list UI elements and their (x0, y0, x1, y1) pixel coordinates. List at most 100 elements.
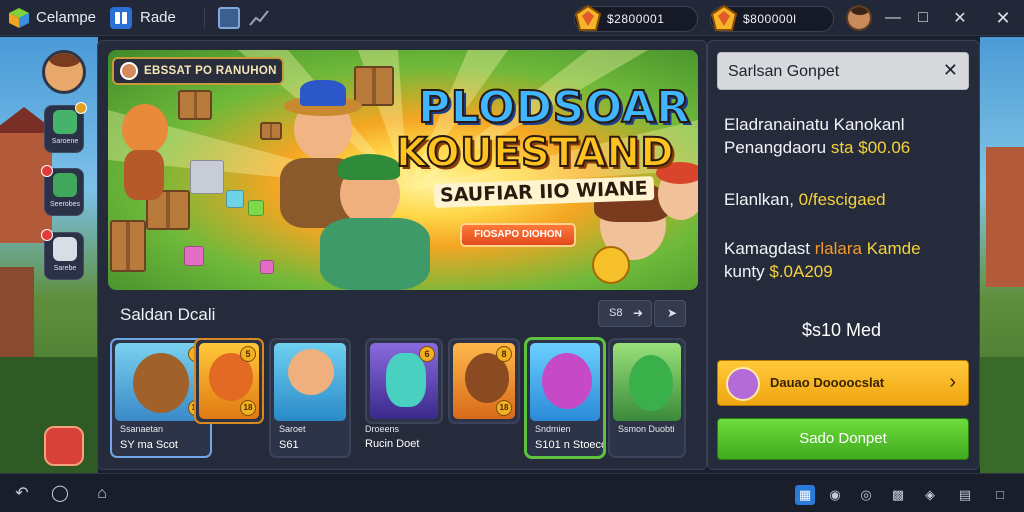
gift-icon (53, 110, 77, 134)
cube (260, 260, 274, 274)
detail-line: Kamagdast rlalara Kamde (724, 237, 921, 261)
close-window-icon[interactable]: ✕ (990, 5, 1016, 31)
sidebar-item-label: Sarebe (53, 265, 77, 272)
crate (354, 66, 394, 106)
image-icon[interactable] (218, 7, 240, 29)
camera-icon[interactable]: ◉ (825, 485, 845, 505)
card-art (613, 343, 681, 421)
tag-avatar-icon (120, 62, 138, 80)
detail-line: Penangdaoru sta $00.06 (724, 136, 910, 160)
maximize-icon[interactable]: □ (910, 5, 936, 31)
next-button[interactable]: ➤ (654, 300, 686, 327)
toolbar-separator (204, 7, 205, 29)
detail-line: Eladranainatu Kanokanl (724, 113, 905, 137)
minimize-icon[interactable]: — (880, 5, 906, 31)
gamepad-icon[interactable]: ◈ (920, 485, 940, 505)
goblin-character (629, 355, 673, 411)
level-badge: 8 (496, 346, 512, 362)
detail-highlight: sta (830, 138, 854, 157)
character-fox-body (124, 150, 164, 200)
tab-icon[interactable] (110, 7, 132, 29)
currency-gold[interactable]: $2800001 (574, 4, 698, 32)
hero-hair (338, 154, 400, 180)
game-card[interactable]: Saroet S61 (269, 338, 351, 458)
banner-title-line2: KOUESTAND (395, 129, 675, 177)
cube (190, 160, 224, 194)
game-card[interactable]: 6 (365, 338, 443, 424)
confirm-button[interactable]: Sado Donpet (717, 418, 969, 460)
panel-title: Sarlsan Gonpet (728, 63, 840, 80)
card-name: Ssanaetan (120, 424, 164, 434)
apk-icon[interactable]: ▤ (955, 485, 975, 505)
level-badge: 6 (419, 346, 435, 362)
detail-text: Penangdaoru (724, 138, 827, 157)
detail-text: Elanlkan, (724, 190, 794, 209)
close-icon[interactable]: ✕ (943, 60, 958, 81)
detail-highlight: Kamde (866, 239, 921, 258)
card-name: Droeens (365, 424, 400, 434)
game-card[interactable]: 5 18 (194, 338, 264, 424)
detail-text: Kamagdast (724, 239, 810, 258)
cube (248, 200, 264, 216)
banner-title-line1: PLODSOAR (417, 81, 691, 134)
detail-text: kunty (724, 262, 765, 281)
tab-label[interactable]: Rade (140, 9, 176, 26)
card-name: Ssmon Duobti (618, 424, 675, 434)
crate (178, 90, 212, 120)
crate (110, 220, 146, 272)
message-icon[interactable]: □ (990, 485, 1010, 505)
currency-gems-value: $800000l (743, 12, 797, 26)
chevron-right-icon: › (949, 371, 956, 393)
game-card-selected[interactable]: Sndmien S101 n Stoeco (525, 338, 605, 458)
home-icon[interactable]: ◯ (48, 484, 72, 504)
arrow-up-icon: ➤ (667, 306, 678, 320)
card-price: S61 (279, 439, 299, 451)
level-badge: 5 (240, 346, 256, 362)
close-icon[interactable]: ✕ (947, 5, 973, 31)
witch-character (542, 353, 592, 409)
sort-dropdown[interactable]: S8 ➜ (598, 300, 652, 327)
hero-character (288, 349, 334, 395)
bear-character (133, 353, 189, 413)
sidebar-item-2[interactable]: Seerobes (41, 165, 84, 216)
game-card[interactable]: Ssmon Duobti (608, 338, 686, 458)
screenshot-icon[interactable]: ▩ (888, 485, 908, 505)
chat-icon[interactable] (44, 426, 84, 466)
sidebar-item-3[interactable]: Sarebe (41, 229, 84, 280)
detail-highlight: rlalara (814, 239, 862, 258)
recent-apps-icon[interactable]: ⌂ (88, 484, 116, 504)
card-price: S101 n Stoeco (535, 439, 605, 451)
detail-price: $.0A209 (769, 262, 833, 281)
banner-tag-text: EBSSAT PO RANUHON (144, 65, 277, 77)
sort-dropdown-label: S8 (609, 307, 623, 319)
currency-gold-value: $2800001 (607, 12, 665, 26)
purchase-option-button[interactable]: Dauao Doooocslat › (717, 360, 969, 406)
detail-price: $00.06 (858, 138, 911, 157)
sidebar-item-1[interactable]: Saroene (44, 102, 87, 153)
detail-line: kunty $.0A209 (724, 260, 833, 284)
notification-badge (41, 229, 53, 241)
cube (184, 246, 204, 266)
sidebar-item-label: Seerobes (50, 201, 80, 208)
chart-icon[interactable] (248, 8, 270, 28)
gem-icon (574, 4, 602, 31)
sidebar-avatar[interactable] (42, 50, 86, 94)
grass (980, 357, 1024, 473)
banner-cta-button[interactable]: FIOSAPO DIOHON (460, 223, 576, 247)
sidebar-item-label: Saroene (51, 138, 79, 145)
user-avatar[interactable] (846, 5, 872, 31)
total-price: $s10 Med (802, 320, 882, 340)
purchase-option-label: Dauao Doooocslat (770, 375, 885, 390)
game-card[interactable]: 8 18 (448, 338, 520, 424)
card-name: Saroet (279, 424, 306, 434)
back-icon[interactable]: ↶ (10, 484, 34, 504)
crate (260, 122, 282, 140)
cube (226, 190, 244, 208)
section-title: Saldan Dcali (120, 305, 216, 324)
detail-text: Eladranainatu Kanokanl (724, 115, 905, 134)
keyboard-icon[interactable]: ▦ (795, 485, 815, 505)
gold-coin-icon (592, 246, 630, 284)
currency-gems[interactable]: $800000l (710, 4, 834, 32)
card-art (274, 343, 346, 421)
location-icon[interactable]: ◎ (856, 485, 876, 505)
